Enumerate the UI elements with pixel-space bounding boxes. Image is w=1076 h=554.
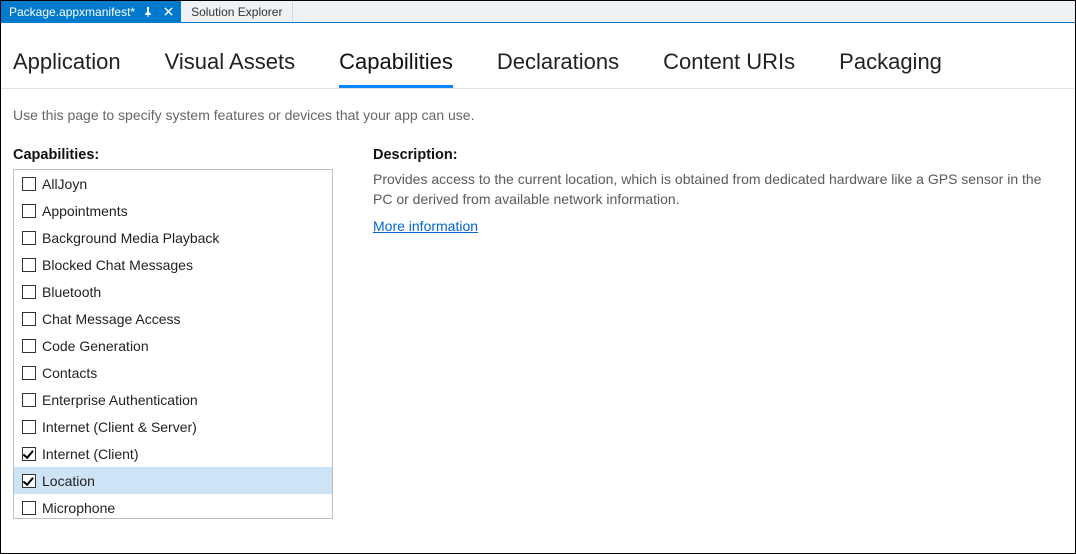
- manifest-tab-bar: Application Visual Assets Capabilities Decl…: [1, 23, 1075, 89]
- capability-item[interactable]: Contacts: [14, 359, 332, 386]
- manifest-tab-capabilities[interactable]: Capabilities: [339, 43, 453, 88]
- capability-item[interactable]: AllJoyn: [14, 170, 332, 197]
- pin-icon[interactable]: [141, 5, 155, 19]
- capability-label: Location: [42, 473, 95, 489]
- help-text: Use this page to specify system features…: [1, 89, 1075, 147]
- manifest-tab-content-uris[interactable]: Content URIs: [663, 43, 795, 88]
- capability-checkbox[interactable]: [22, 501, 36, 515]
- manifest-tab-visual-assets[interactable]: Visual Assets: [165, 43, 295, 88]
- document-tab-label: Package.appxmanifest*: [9, 5, 135, 19]
- capability-label: Appointments: [42, 203, 128, 219]
- document-tab-label: Solution Explorer: [191, 5, 282, 19]
- content-area: Capabilities: AllJoyn Appointments Backgro…: [1, 147, 1075, 519]
- capability-item[interactable]: Microphone: [14, 494, 332, 519]
- capability-item[interactable]: Bluetooth: [14, 278, 332, 305]
- more-information-link[interactable]: More information: [373, 218, 478, 234]
- capability-label: Chat Message Access: [42, 311, 181, 327]
- capability-checkbox[interactable]: [22, 231, 36, 245]
- capability-checkbox[interactable]: [22, 366, 36, 380]
- capability-checkbox[interactable]: [22, 285, 36, 299]
- capabilities-column: Capabilities: AllJoyn Appointments Backgro…: [13, 147, 333, 519]
- capability-item[interactable]: Location: [14, 467, 332, 494]
- capability-label: Internet (Client): [42, 446, 138, 462]
- capability-checkbox[interactable]: [22, 177, 36, 191]
- document-tab-active[interactable]: Package.appxmanifest*: [1, 1, 181, 22]
- capability-checkbox[interactable]: [22, 474, 36, 488]
- capability-item[interactable]: Background Media Playback: [14, 224, 332, 251]
- capability-label: Code Generation: [42, 338, 149, 354]
- capability-checkbox[interactable]: [22, 393, 36, 407]
- capability-label: Background Media Playback: [42, 230, 219, 246]
- close-icon[interactable]: [161, 5, 175, 19]
- capability-item[interactable]: Chat Message Access: [14, 305, 332, 332]
- capability-item[interactable]: Blocked Chat Messages: [14, 251, 332, 278]
- capability-checkbox[interactable]: [22, 339, 36, 353]
- manifest-tab-packaging[interactable]: Packaging: [839, 43, 942, 88]
- capability-checkbox[interactable]: [22, 204, 36, 218]
- capability-item[interactable]: Appointments: [14, 197, 332, 224]
- capability-checkbox[interactable]: [22, 420, 36, 434]
- description-column: Description: Provides access to the curr…: [373, 147, 1063, 519]
- manifest-editor: Application Visual Assets Capabilities Decl…: [1, 23, 1075, 519]
- capability-item[interactable]: Code Generation: [14, 332, 332, 359]
- manifest-tab-application[interactable]: Application: [13, 43, 121, 88]
- description-text: Provides access to the current location,…: [373, 169, 1063, 210]
- capability-checkbox[interactable]: [22, 447, 36, 461]
- capability-label: Internet (Client & Server): [42, 419, 197, 435]
- capability-label: Microphone: [42, 500, 115, 516]
- capability-item[interactable]: Internet (Client & Server): [14, 413, 332, 440]
- capability-label: Blocked Chat Messages: [42, 257, 193, 273]
- capability-label: Contacts: [42, 365, 97, 381]
- capability-item[interactable]: Internet (Client): [14, 440, 332, 467]
- manifest-tab-declarations[interactable]: Declarations: [497, 43, 619, 88]
- document-tab-inactive[interactable]: Solution Explorer: [181, 1, 293, 22]
- capabilities-listbox[interactable]: AllJoyn Appointments Background Media Play…: [13, 169, 333, 519]
- capability-label: AllJoyn: [42, 176, 87, 192]
- description-heading: Description:: [373, 147, 1063, 163]
- capabilities-heading: Capabilities:: [13, 147, 333, 163]
- capability-label: Enterprise Authentication: [42, 392, 198, 408]
- capability-checkbox[interactable]: [22, 312, 36, 326]
- document-tab-strip: Package.appxmanifest* Solution Explorer: [1, 1, 1075, 23]
- capability-item[interactable]: Enterprise Authentication: [14, 386, 332, 413]
- capability-label: Bluetooth: [42, 284, 101, 300]
- capability-checkbox[interactable]: [22, 258, 36, 272]
